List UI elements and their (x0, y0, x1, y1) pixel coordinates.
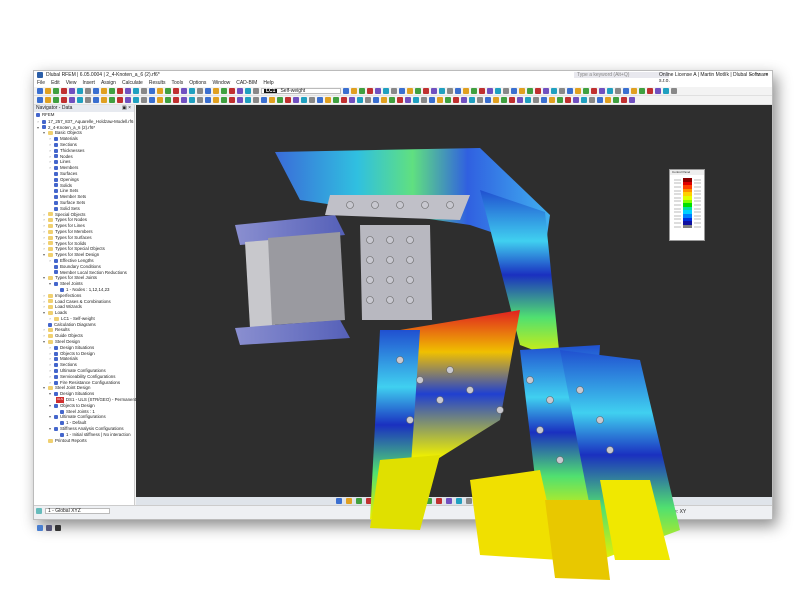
bolt (406, 276, 414, 284)
bolt (416, 376, 424, 384)
bolt (366, 256, 374, 264)
bolt (446, 201, 454, 209)
bolt (556, 456, 564, 464)
bolt (386, 256, 394, 264)
bolt (406, 256, 414, 264)
bolt (421, 201, 429, 209)
bolt (496, 406, 504, 414)
brace-flange-left (370, 455, 440, 530)
side-beam-web-shade (268, 232, 345, 325)
bolt (536, 426, 544, 434)
bolt (366, 296, 374, 304)
bolt (526, 376, 534, 384)
bolt (346, 201, 354, 209)
brace-flange-right (545, 500, 610, 580)
steel-joint-model[interactable] (0, 0, 800, 600)
bolt (406, 296, 414, 304)
bolt (436, 396, 444, 404)
bolt (366, 276, 374, 284)
bolt (396, 356, 404, 364)
bolt (466, 386, 474, 394)
bolt (596, 416, 604, 424)
bolt (406, 416, 414, 424)
bolt (546, 396, 554, 404)
bolt (396, 201, 404, 209)
bolt (366, 236, 374, 244)
bolt (371, 201, 379, 209)
bolt (606, 446, 614, 454)
bolt (386, 236, 394, 244)
bolt (386, 296, 394, 304)
bolt (576, 386, 584, 394)
bolt (406, 236, 414, 244)
bolt (386, 276, 394, 284)
bolt (446, 366, 454, 374)
